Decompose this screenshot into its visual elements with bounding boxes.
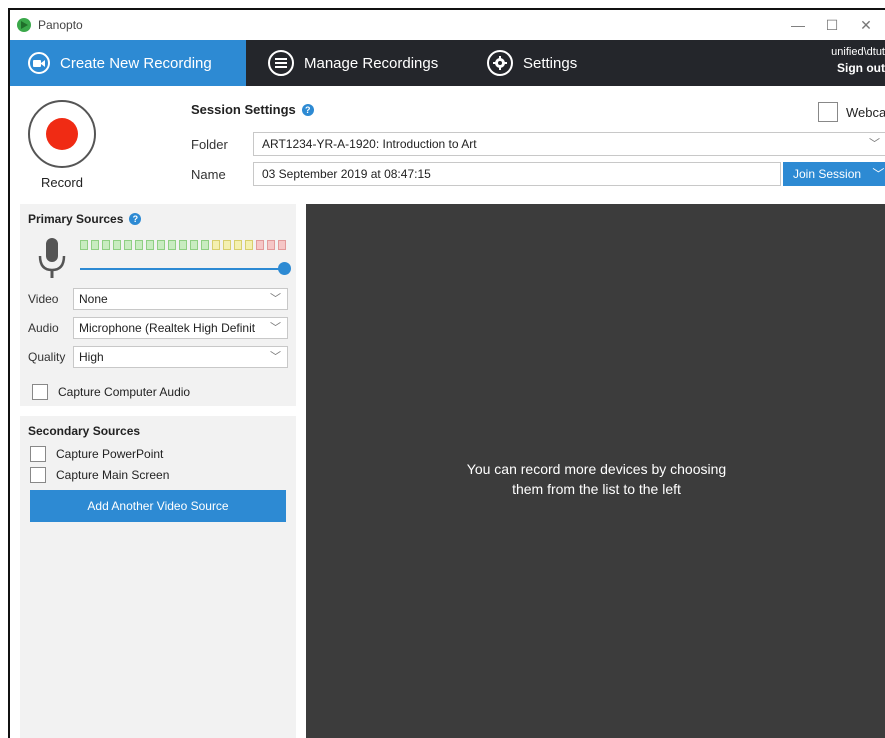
meter-segment bbox=[234, 240, 242, 250]
folder-value: ART1234-YR-A-1920: Introduction to Art bbox=[262, 137, 477, 151]
close-button[interactable]: ✕ bbox=[851, 14, 881, 36]
audio-label: Audio bbox=[28, 321, 59, 335]
chevron-down-icon: ﹀ bbox=[270, 293, 281, 305]
meter-segment bbox=[179, 240, 187, 250]
list-icon bbox=[268, 50, 294, 76]
meter-segment bbox=[212, 240, 220, 250]
meter-segment bbox=[278, 240, 286, 250]
session-name-value: 03 September 2019 at 08:47:15 bbox=[262, 167, 431, 181]
microphone-icon bbox=[38, 238, 66, 278]
preview-message-line-2: them from the list to the left bbox=[512, 481, 681, 497]
chevron-down-icon: ﹀ bbox=[270, 322, 281, 334]
record-dot-icon bbox=[46, 118, 78, 150]
chevron-down-icon: ﹀ bbox=[869, 138, 880, 150]
secondary-sources-title: Secondary Sources bbox=[28, 424, 141, 438]
meter-segment bbox=[168, 240, 176, 250]
user-info: unified\dtut Sign out bbox=[831, 44, 885, 77]
capture-computer-audio-label: Capture Computer Audio bbox=[58, 385, 191, 399]
main-nav: Create New Recording Manage Recordings S… bbox=[10, 40, 885, 86]
record-label: Record bbox=[41, 175, 83, 190]
add-another-video-source-button[interactable]: Add Another Video Source bbox=[30, 490, 286, 522]
preview-area: You can record more devices by choosing … bbox=[306, 204, 885, 738]
gear-icon bbox=[487, 50, 513, 76]
video-value: None bbox=[79, 292, 108, 306]
meter-segment bbox=[267, 240, 275, 250]
video-label: Video bbox=[28, 292, 59, 306]
audio-volume-track[interactable] bbox=[80, 268, 286, 270]
meter-segment bbox=[190, 240, 198, 250]
window-title: Panopto bbox=[38, 18, 83, 32]
secondary-sources-panel bbox=[20, 416, 296, 738]
meter-segment bbox=[102, 240, 110, 250]
video-select[interactable]: None ﹀ bbox=[73, 288, 288, 310]
chevron-down-icon: ﹀ bbox=[270, 351, 281, 363]
quality-select[interactable]: High ﹀ bbox=[73, 346, 288, 368]
meter-segment bbox=[80, 240, 88, 250]
meter-segment bbox=[201, 240, 209, 250]
session-name-input[interactable]: 03 September 2019 at 08:47:15 bbox=[253, 162, 781, 186]
folder-label: Folder bbox=[191, 137, 228, 152]
quality-label: Quality bbox=[28, 350, 66, 364]
primary-sources-title: Primary Sources ? bbox=[28, 212, 142, 226]
audio-value: Microphone (Realtek High Definit bbox=[79, 321, 256, 335]
folder-select[interactable]: ART1234-YR-A-1920: Introduction to Art ﹀ bbox=[253, 132, 885, 156]
title-bar: Panopto — ☐ ✕ bbox=[10, 10, 885, 40]
capture-computer-audio-checkbox[interactable] bbox=[32, 384, 48, 400]
maximize-button[interactable]: ☐ bbox=[817, 14, 847, 36]
tab-label: Settings bbox=[523, 54, 578, 72]
capture-main-screen-label: Capture Main Screen bbox=[56, 468, 170, 482]
primary-sources-label: Primary Sources bbox=[28, 212, 124, 226]
preview-message: You can record more devices by choosing … bbox=[306, 459, 885, 499]
meter-segment bbox=[157, 240, 165, 250]
meter-segment bbox=[113, 240, 121, 250]
audio-select[interactable]: Microphone (Realtek High Definit ﹀ bbox=[73, 317, 288, 339]
help-icon[interactable]: ? bbox=[129, 213, 142, 225]
webcast-checkbox[interactable] bbox=[818, 102, 838, 122]
capture-powerpoint-option[interactable]: Capture PowerPoint bbox=[30, 446, 163, 462]
audio-level-meter bbox=[80, 240, 286, 250]
chevron-down-icon: ﹀ bbox=[872, 167, 885, 181]
webcast-option[interactable]: Webcast bbox=[818, 102, 885, 122]
meter-segment bbox=[124, 240, 132, 250]
preview-message-line-1: You can record more devices by choosing bbox=[466, 461, 727, 477]
app-window: Panopto — ☐ ✕ Create New Recording Manag… bbox=[8, 8, 885, 738]
panopto-logo-icon bbox=[17, 18, 31, 32]
username: unified\dtut bbox=[831, 46, 885, 58]
quality-value: High bbox=[79, 350, 104, 364]
tab-label: Create New Recording bbox=[60, 54, 212, 72]
capture-powerpoint-checkbox[interactable] bbox=[30, 446, 46, 462]
camera-icon bbox=[28, 52, 50, 74]
capture-computer-audio-option[interactable]: Capture Computer Audio bbox=[32, 384, 190, 400]
record-button[interactable] bbox=[28, 100, 96, 168]
tab-manage-recordings[interactable]: Manage Recordings bbox=[268, 40, 438, 86]
webcast-label: Webcast bbox=[846, 104, 885, 120]
tab-settings[interactable]: Settings bbox=[487, 40, 577, 86]
meter-segment bbox=[245, 240, 253, 250]
meter-segment bbox=[256, 240, 264, 250]
audio-volume-thumb[interactable] bbox=[278, 262, 291, 275]
capture-main-screen-option[interactable]: Capture Main Screen bbox=[30, 467, 169, 483]
meter-segment bbox=[91, 240, 99, 250]
meter-segment bbox=[135, 240, 143, 250]
sign-out-link[interactable]: Sign out bbox=[837, 61, 885, 75]
help-icon[interactable]: ? bbox=[301, 103, 314, 116]
minimize-button[interactable]: — bbox=[783, 14, 813, 36]
capture-powerpoint-label: Capture PowerPoint bbox=[56, 447, 164, 461]
join-session-button[interactable]: Join Session ﹀ bbox=[783, 162, 885, 186]
tab-create-new-recording[interactable]: Create New Recording bbox=[10, 40, 246, 86]
session-settings-title: Session Settings ? bbox=[191, 102, 314, 117]
meter-segment bbox=[223, 240, 231, 250]
meter-segment bbox=[146, 240, 154, 250]
tab-label: Manage Recordings bbox=[304, 54, 439, 72]
join-session-label: Join Session bbox=[793, 167, 862, 181]
name-label: Name bbox=[191, 167, 226, 182]
capture-main-screen-checkbox[interactable] bbox=[30, 467, 46, 483]
session-settings-label: Session Settings bbox=[191, 102, 296, 117]
